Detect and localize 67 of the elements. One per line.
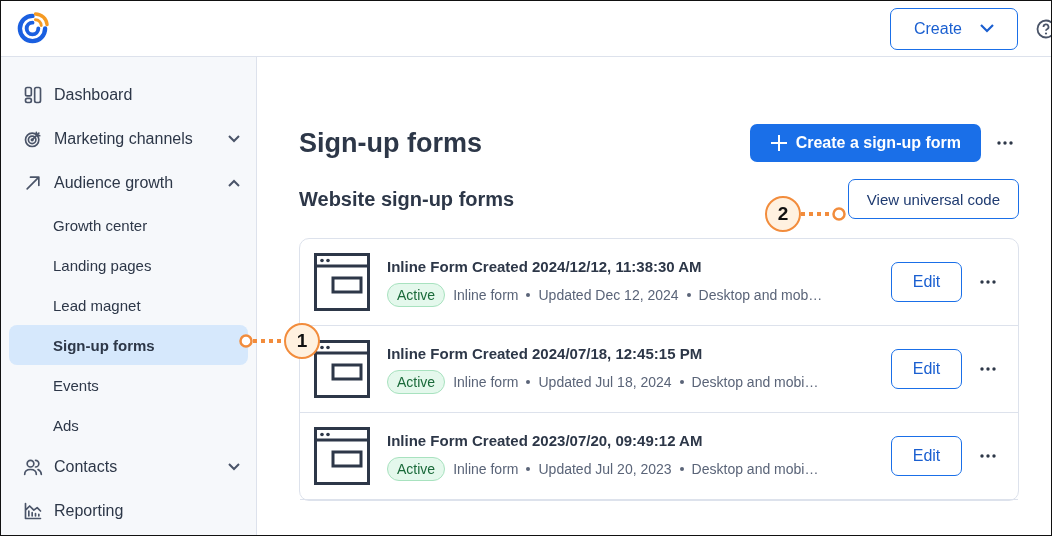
edit-button[interactable]: Edit xyxy=(891,349,962,389)
sidebar-subitem[interactable]: Ads xyxy=(9,405,248,445)
form-type: Inline form xyxy=(453,286,519,303)
sidebar-subitem[interactable]: Sign-up forms xyxy=(9,325,248,365)
form-title[interactable]: Inline Form Created 2024/12/12, 11:38:30 AM xyxy=(387,257,871,275)
form-type: Inline form xyxy=(453,373,519,390)
sidebar-subitem[interactable]: Events xyxy=(9,365,248,405)
more-icon[interactable] xyxy=(980,280,996,284)
edit-button[interactable]: Edit xyxy=(891,436,962,476)
browser-window-icon xyxy=(314,340,370,398)
updated-date: Updated Jul 18, 2024 xyxy=(538,373,672,390)
chevron-icon xyxy=(228,179,240,187)
sidebar-subitem[interactable]: Growth center xyxy=(9,205,248,245)
sidebar-subitem[interactable]: Lead magnet xyxy=(9,285,248,325)
separator-dot xyxy=(526,379,531,384)
chart-icon xyxy=(23,501,43,521)
more-icon[interactable] xyxy=(980,454,996,458)
create-form-button[interactable]: Create a sign-up form xyxy=(749,124,981,162)
people-icon xyxy=(23,457,43,477)
status-badge: Active xyxy=(387,369,446,394)
separator-dot xyxy=(526,466,531,471)
form-title[interactable]: Inline Form Created 2023/07/20, 09:49:12 AM xyxy=(387,431,871,449)
sidebar-item[interactable]: Contacts xyxy=(1,445,256,489)
chevron-icon xyxy=(228,463,240,471)
section-title: Website sign-up forms xyxy=(299,187,516,211)
sidebar-label: Marketing channels xyxy=(54,130,194,148)
status-badge: Active xyxy=(387,456,446,481)
updated-date: Updated Jul 20, 2023 xyxy=(538,460,672,477)
sidebar-item[interactable]: Audience growth xyxy=(1,161,256,205)
callout-number: 1 xyxy=(284,323,320,359)
help-icon[interactable] xyxy=(1036,18,1051,39)
separator-dot xyxy=(686,292,691,297)
create-button[interactable]: Create xyxy=(890,7,1018,50)
sidebar-label: Contacts xyxy=(54,458,119,476)
separator-dot xyxy=(679,379,684,384)
target-icon xyxy=(23,129,43,149)
universal-code-button[interactable]: View universal code xyxy=(847,179,1019,219)
separator-dot xyxy=(526,292,531,297)
browser-window-icon xyxy=(314,427,370,485)
logo-icon xyxy=(16,12,49,45)
dashboard-icon xyxy=(23,85,43,105)
arrow-icon xyxy=(23,173,43,193)
sidebar-item[interactable]: Reporting xyxy=(1,489,256,533)
device-info: Desktop and mobi… xyxy=(691,373,819,390)
more-icon[interactable] xyxy=(997,141,1013,145)
sidebar-item[interactable]: Marketing channels xyxy=(1,117,256,161)
leader-line xyxy=(801,207,846,221)
separator-dot xyxy=(679,466,684,471)
status-badge: Active xyxy=(387,282,446,307)
sidebar-subitem[interactable]: Landing pages xyxy=(9,245,248,285)
page-title: Sign-up forms xyxy=(299,127,483,159)
chevron-down-icon xyxy=(980,24,994,33)
browser-window-icon xyxy=(314,253,370,311)
form-title[interactable]: Inline Form Created 2024/07/18, 12:45:15 PM xyxy=(387,344,871,362)
chevron-icon xyxy=(228,135,240,143)
sidebar-label: Dashboard xyxy=(54,86,134,104)
form-type: Inline form xyxy=(453,460,519,477)
callout-number: 2 xyxy=(765,196,801,232)
sidebar-item[interactable]: Dashboard xyxy=(1,73,256,117)
device-info: Desktop and mob… xyxy=(698,286,823,303)
updated-date: Updated Dec 12, 2024 xyxy=(538,286,679,303)
device-info: Desktop and mobi… xyxy=(691,460,819,477)
more-icon[interactable] xyxy=(980,367,996,371)
plus-icon xyxy=(769,134,788,152)
edit-button[interactable]: Edit xyxy=(891,262,962,302)
sidebar-label: Reporting xyxy=(54,502,125,520)
sidebar-label: Audience growth xyxy=(54,174,175,192)
